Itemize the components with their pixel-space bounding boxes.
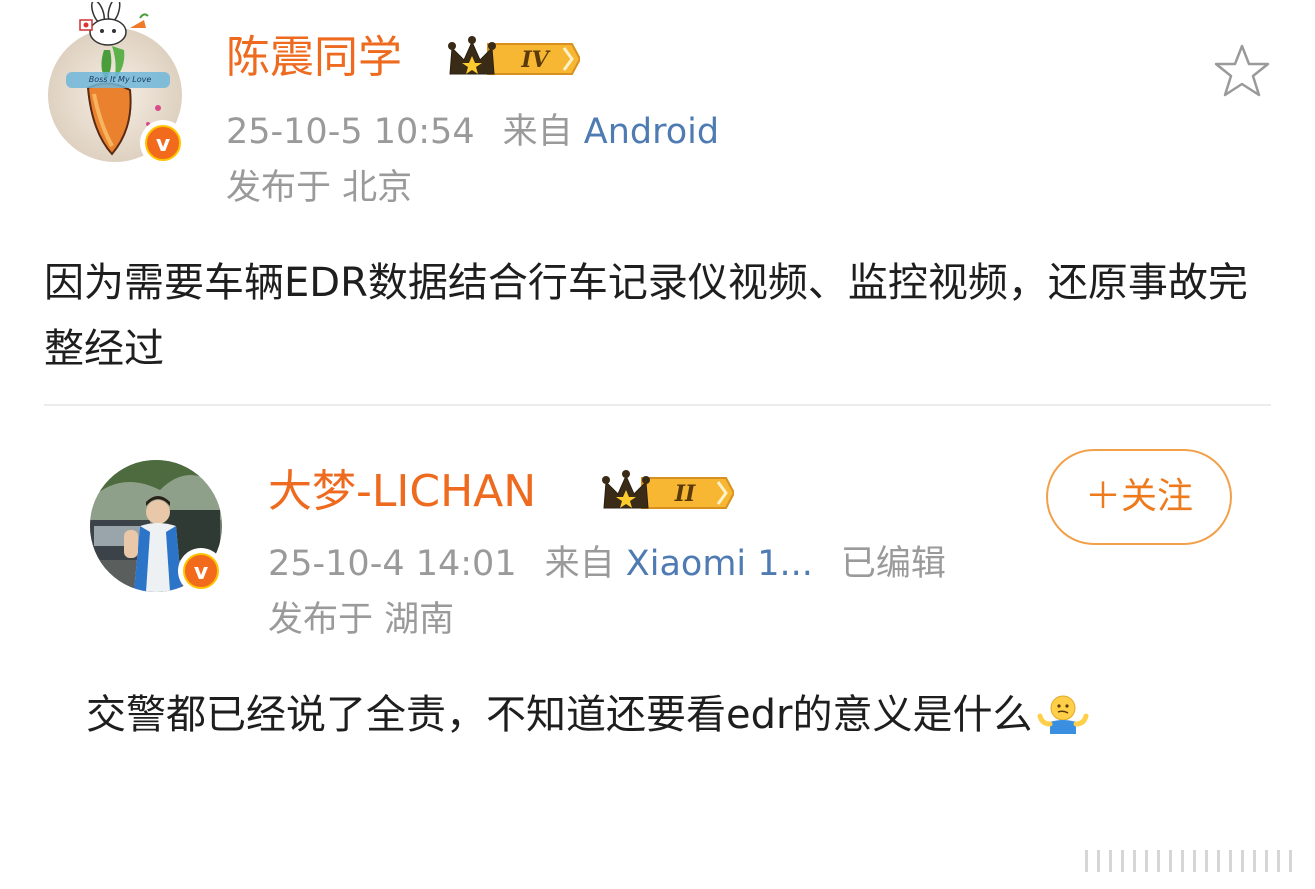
verified-badge: v bbox=[140, 120, 186, 166]
author-name[interactable]: 陈震同学 bbox=[226, 30, 402, 86]
bunny-decoration-icon bbox=[79, 2, 149, 46]
quoted-author-name[interactable]: 大梦-LICHAN bbox=[268, 464, 536, 520]
quoted-location: 发布于 湖南 bbox=[268, 600, 455, 640]
post-source-prefix: 来自 bbox=[502, 112, 573, 152]
favorite-star-icon[interactable] bbox=[1212, 42, 1272, 102]
quoted-author-avatar[interactable]: v bbox=[90, 460, 224, 594]
author-avatar[interactable]: Boss It My Love v bbox=[48, 2, 186, 166]
level-badge-label: IV bbox=[521, 47, 549, 73]
follow-button[interactable]: ＋关注 bbox=[1046, 449, 1232, 545]
avatar-caption: Boss It My Love bbox=[88, 75, 152, 84]
quoted-verified-badge: v bbox=[178, 548, 224, 594]
quoted-timestamp: 25-10-4 14:01 bbox=[268, 544, 517, 584]
post-timestamp: 25-10-5 10:54 bbox=[226, 112, 475, 152]
quoted-text: 交警都已经说了全责，不知道还要看edr的意义是什么 bbox=[86, 692, 1033, 738]
scroll-indicator bbox=[1085, 850, 1292, 872]
post-meta: 25-10-5 10:54 来自 Android bbox=[226, 110, 719, 154]
shrug-emoji-icon bbox=[1037, 695, 1089, 734]
post-location: 发布于 北京 bbox=[226, 168, 413, 208]
quoted-edited-label: 已编辑 bbox=[840, 544, 946, 584]
post-source-link[interactable]: Android bbox=[584, 112, 719, 152]
quoted-meta: 25-10-4 14:01 来自 Xiaomi 1... 已编辑 bbox=[268, 542, 946, 586]
quoted-level-badge-label: II bbox=[674, 481, 696, 507]
quoted-source-prefix: 来自 bbox=[544, 544, 615, 584]
divider bbox=[44, 404, 1271, 406]
post-text: 因为需要车辆EDR数据结合行车记录仪视频、监控视频，还原事故完整经过 bbox=[44, 260, 1248, 372]
quoted-source-link[interactable]: Xiaomi 1... bbox=[626, 544, 813, 584]
quoted-text-wrapper: 交警都已经说了全责，不知道还要看edr的意义是什么 bbox=[86, 682, 1246, 748]
